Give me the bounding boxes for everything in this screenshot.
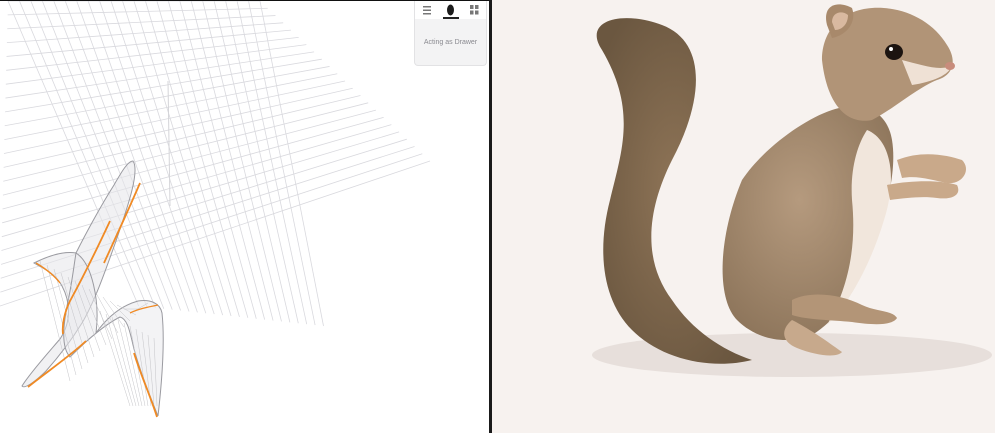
viewport-canvas[interactable] — [0, 1, 489, 434]
squirrel-illustration — [592, 4, 992, 377]
list-icon[interactable] — [421, 4, 433, 16]
drawer-hint-text: Acting as Drawer — [423, 39, 478, 46]
active-tab-indicator — [443, 17, 459, 19]
render-preview — [492, 0, 995, 433]
model-viewport[interactable]: Acting as Drawer — [0, 0, 489, 434]
figure-icon[interactable] — [444, 4, 456, 16]
view-toolbar: Acting as Drawer — [414, 1, 487, 66]
grid-icon[interactable] — [468, 4, 480, 16]
